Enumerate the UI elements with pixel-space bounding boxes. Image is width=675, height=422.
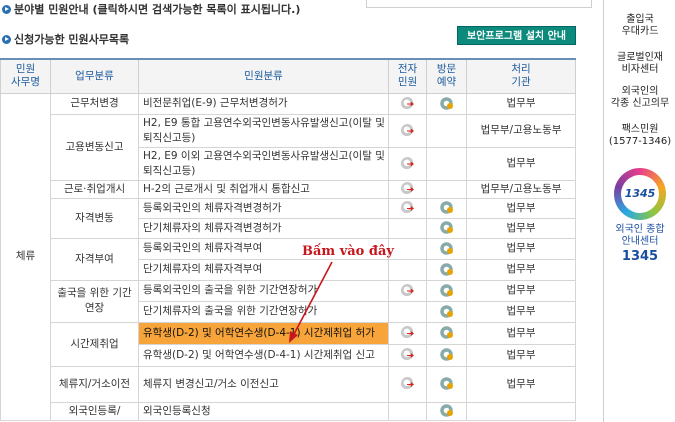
sidebar-link-priority-card[interactable]: 출입국 우대카드: [604, 14, 675, 38]
header-category: 업무분류: [50, 58, 139, 94]
info-center-number[interactable]: 1345: [604, 249, 675, 264]
section-title-by-category: 분야별 민원안내 (클릭하시면 검색가능한 목록이 표시됩니다.): [2, 1, 300, 17]
complaint-link-highlighted[interactable]: 유학생(D-2) 및 어학연수생(D-4-1) 시간제취업 허가: [138, 321, 389, 345]
visit-reservation-icon[interactable]: [440, 348, 453, 361]
agency-cell: 법무부: [466, 321, 576, 345]
category-cell: 출국을 위한 기간연장: [50, 279, 139, 323]
header-service-name: 민원 사무명: [0, 58, 51, 94]
visit-reservation-icon[interactable]: [440, 283, 453, 297]
complaint-link[interactable]: H-2의 근로개시 및 취업개시 통합신고: [138, 179, 389, 199]
agency-cell: 법무부/고용노동부: [466, 113, 576, 148]
complaint-link[interactable]: 단기체류자의 출국을 위한 기간연장허가: [138, 300, 389, 323]
agency-cell: 법무부: [466, 279, 576, 302]
complaint-link[interactable]: 등록외국인의 출국을 위한 기간연장허가: [138, 279, 389, 302]
section-title-text: 신청가능한 민원사무목록: [14, 33, 130, 46]
section-title-applicable: 신청가능한 민원사무목록: [2, 31, 129, 47]
agency-cell: 법무부: [466, 146, 576, 181]
e-complaint-icon[interactable]: [401, 377, 414, 390]
visit-reservation-icon[interactable]: [440, 404, 453, 417]
complaint-link[interactable]: 등록외국인의 체류자격변경허가: [138, 197, 389, 219]
agency-cell: 법무부: [466, 217, 576, 239]
bullet-icon: [2, 5, 11, 14]
category-cell: 자격변동: [50, 197, 139, 239]
category-cell: 시간제취업: [50, 321, 139, 367]
e-complaint-icon[interactable]: [401, 96, 414, 110]
agency-cell: 법무부: [466, 197, 576, 219]
sidebar-link-fax-service[interactable]: 팩스민원 (1577-1346): [604, 124, 675, 148]
category-cell: 고용변동신고: [50, 113, 139, 181]
complaint-link[interactable]: H2, E9 이외 고용연수외국인변동사유발생신고(이탈 및 퇴직신고등): [138, 146, 389, 181]
info-center-label[interactable]: 외국인 종합 안내센터: [604, 224, 675, 248]
bullet-icon: [2, 35, 11, 44]
visit-reservation-icon[interactable]: [440, 221, 453, 234]
agency-cell: 법무부: [466, 365, 576, 403]
e-complaint-icon[interactable]: [401, 348, 414, 361]
header-electronic: 전자 민원: [388, 58, 427, 94]
stay-label: 체류: [0, 92, 51, 421]
complaint-link[interactable]: 체류지 변경신고/거소 이전신고: [138, 365, 389, 403]
section-title-text[interactable]: 분야별 민원안내 (클릭하시면 검색가능한 목록이 표시됩니다.): [14, 3, 300, 16]
e-complaint-icon[interactable]: [401, 182, 414, 195]
annotation-text: Bấm vào đây: [302, 244, 394, 259]
visit-reservation-icon[interactable]: [440, 304, 453, 318]
e-complaint-icon[interactable]: [401, 283, 414, 297]
agency-cell: [466, 401, 576, 421]
complaint-link[interactable]: 외국인등록신청: [138, 401, 389, 421]
complaint-link[interactable]: 비전문취업(E-9) 근무처변경허가: [138, 92, 389, 115]
category-cell: 근로·취업개시: [50, 179, 139, 199]
logo-text: 1345: [621, 175, 659, 213]
header-agency: 처리 기관: [466, 58, 576, 94]
visit-reservation-icon[interactable]: [440, 326, 453, 339]
agency-cell: 법무부: [466, 237, 576, 260]
header-visit: 방문 예약: [426, 58, 467, 94]
e-complaint-icon[interactable]: [401, 156, 414, 170]
category-cell: 근무처변경: [50, 92, 139, 115]
complaint-link[interactable]: 유학생(D-2) 및 어학연수생(D-4-1) 시간제취업 신고: [138, 343, 389, 367]
agency-cell: 법무부: [466, 92, 576, 115]
header-complaint: 민원분류: [138, 58, 389, 94]
e-complaint-icon[interactable]: [401, 123, 414, 137]
visit-reservation-icon[interactable]: [440, 377, 453, 390]
1345-logo[interactable]: 1345: [614, 168, 666, 220]
category-cell: 외국인등록/: [50, 401, 139, 421]
visit-reservation-icon[interactable]: [440, 96, 453, 110]
visit-reservation-icon[interactable]: [440, 201, 453, 214]
complaint-link[interactable]: 단기체류자의 체류자격부여: [138, 258, 389, 281]
complaint-link[interactable]: H2, E9 통합 고용연수외국인변동사유발생신고(이탈 및 퇴직신고등): [138, 113, 389, 148]
agency-cell: 법무부/고용노동부: [466, 179, 576, 199]
category-cell: 체류지/거소이전: [50, 365, 139, 403]
right-sidebar: 출입국 우대카드 글로벌인재 비자센터 외국인의 각종 신고의무 팩스민원 (1…: [603, 0, 675, 422]
e-complaint-icon[interactable]: [401, 201, 414, 214]
complaint-table: 민원 사무명 업무분류 민원분류 전자 민원 방문 예약 처리 기관 체류 근무…: [0, 58, 576, 421]
sidebar-link-global-visa-center[interactable]: 글로벌인재 비자센터: [604, 52, 675, 76]
e-complaint-icon[interactable]: [401, 326, 414, 339]
security-program-button[interactable]: 보안프로그램 설치 안내: [457, 26, 576, 45]
agency-cell: 법무부: [466, 258, 576, 281]
agency-cell: 법무부: [466, 343, 576, 367]
complaint-link[interactable]: 단기체류자의 체류자격변경허가: [138, 217, 389, 239]
visit-reservation-icon[interactable]: [440, 241, 453, 255]
agency-cell: 법무부: [466, 300, 576, 323]
sidebar-link-reporting-duties[interactable]: 외국인의 각종 신고의무: [604, 86, 675, 110]
category-cell: 자격부여: [50, 237, 139, 281]
visit-reservation-icon[interactable]: [440, 262, 453, 276]
top-panel-edge: [366, 0, 592, 8]
